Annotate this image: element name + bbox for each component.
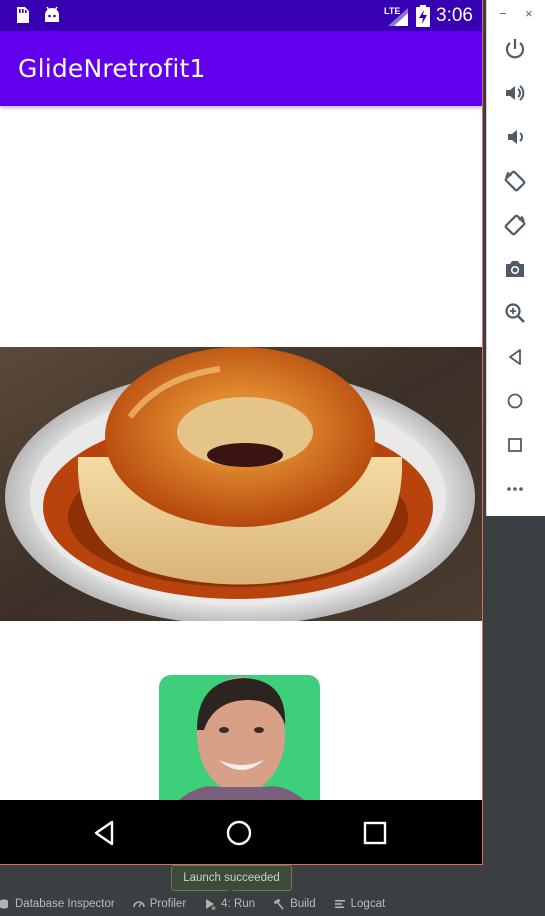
minimize-button[interactable]: − [499,6,507,21]
tab-label: 4: Run [221,897,256,910]
device-screen: LTE 3:06 GlideNretrofit1 [0,0,483,865]
volume-up-icon[interactable] [503,81,527,105]
ide-tool-window-bar: Database Inspector Profiler 4: Run Build… [0,891,545,916]
screenshot-icon[interactable] [503,257,527,281]
power-icon[interactable] [503,37,527,61]
more-icon[interactable] [503,477,527,501]
close-button[interactable]: × [525,6,533,21]
tab-label: Logcat [350,897,386,910]
tab-profiler[interactable]: Profiler [132,897,187,910]
emulator-toolbar: − × [486,0,545,516]
sd-card-icon [17,7,29,23]
lte-signal-icon: LTE [384,6,409,26]
back-icon[interactable] [90,818,120,848]
tab-build[interactable]: Build [273,898,316,910]
tab-run[interactable]: 4: Run [204,898,255,910]
tab-logcat[interactable]: Logcat [334,897,386,910]
status-bar: LTE 3:06 [0,0,482,31]
tab-label: Build [290,897,316,910]
flan-image [0,347,482,621]
tab-label: Database Inspector [15,897,115,910]
profile-photo [159,675,320,800]
status-icons: LTE 3:06 [384,0,473,31]
logcat-icon [334,899,345,908]
launch-toast: Launch succeeded [171,865,292,891]
home-icon[interactable] [503,389,527,413]
app-title: GlideNretrofit1 [18,54,206,83]
toast-text: Launch succeeded [183,872,280,884]
android-icon [45,6,59,22]
status-time: 3:06 [436,4,473,26]
volume-down-icon[interactable] [503,125,527,149]
overview-icon[interactable] [503,433,527,457]
home-icon[interactable] [224,818,254,848]
rotate-right-icon[interactable] [503,213,527,237]
app-bar: GlideNretrofit1 [0,31,482,106]
rotate-left-icon[interactable] [503,169,527,193]
navigation-bar [0,800,482,864]
tab-label: Profiler [149,897,187,910]
run-icon [206,898,216,910]
battery-charging-icon [416,4,431,27]
hammer-icon [273,898,284,910]
zoom-icon[interactable] [503,301,527,325]
back-icon[interactable] [503,345,527,369]
profiler-gauge-icon [132,900,145,907]
svg-text:LTE: LTE [384,6,400,16]
tab-database-inspector[interactable]: Database Inspector [0,898,115,910]
database-icon [0,898,8,909]
recents-icon[interactable] [360,818,390,848]
